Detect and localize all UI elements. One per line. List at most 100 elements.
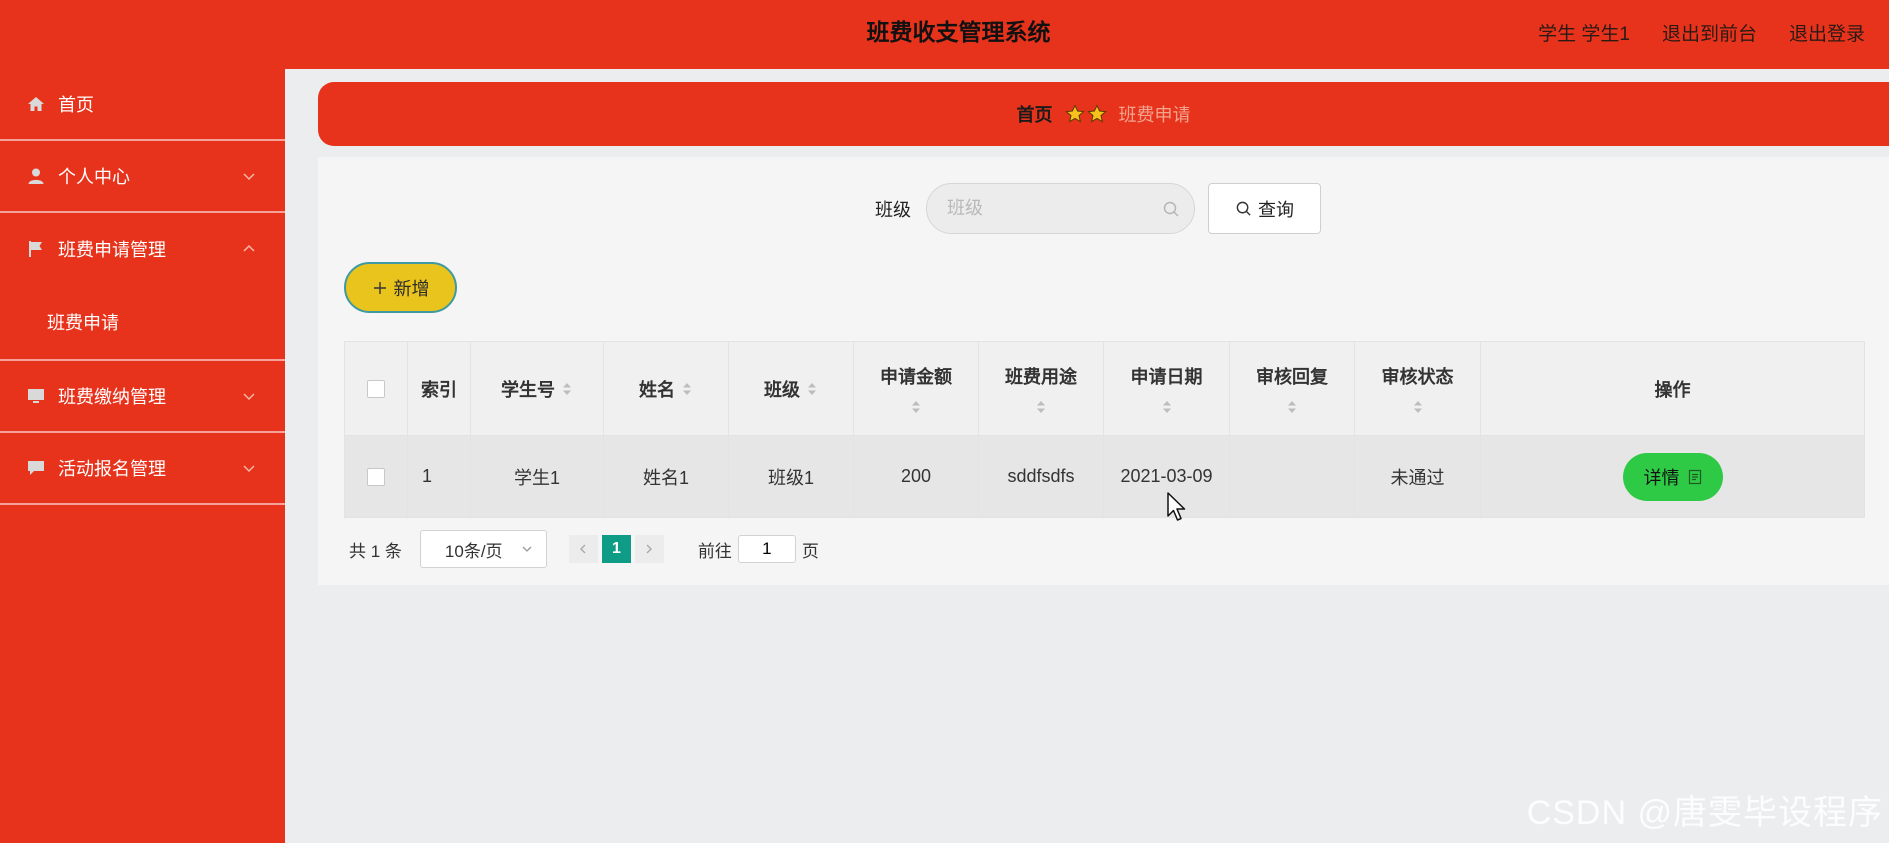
sidebar-item-activity-signup-mgmt[interactable]: 活动报名管理 [0,433,285,505]
prev-page-button[interactable] [568,535,598,563]
add-button-label: 新增 [393,278,430,299]
sidebar-item-fee-application-mgmt[interactable]: 班费申请管理 [0,213,285,285]
column-header-purpose[interactable]: 班费用途 [978,341,1104,436]
column-header-actions: 操作 [1480,341,1865,436]
star-icon [1086,104,1107,123]
sidebar-item-label: 首页 [58,95,94,115]
column-header-date[interactable]: 申请日期 [1103,341,1230,436]
breadcrumb: 首页 班费申请 [318,82,1889,146]
cell-purpose: sddfsdfs [978,435,1104,518]
watermark: CSDN @唐雯毕设程序 [1526,794,1883,832]
select-all-checkbox[interactable] [367,380,385,399]
row-select-cell [344,435,408,518]
user-icon [26,166,46,186]
column-header-label: 审核回复 [1256,366,1328,387]
column-header-name[interactable]: 姓名 [603,341,729,436]
plus-icon [373,281,386,294]
page-number-current[interactable]: 1 [601,535,631,563]
detail-button-label: 详情 [1643,467,1680,488]
search-label: 班级 [875,200,911,220]
search-icon [1236,201,1251,216]
column-header-label: 姓名 [639,379,675,400]
chevron-down-icon [243,173,255,181]
breadcrumb-separator [1064,104,1107,124]
cell-status: 未通过 [1354,435,1481,518]
column-header-status[interactable]: 审核状态 [1354,341,1481,436]
search-input[interactable] [947,184,1147,233]
column-header-student-no[interactable]: 学生号 [470,341,604,436]
cell-index: 1 [407,435,471,518]
column-header-label: 审核状态 [1381,366,1454,387]
header-select-all [344,341,408,436]
goto-suffix: 页 [801,541,819,561]
star-icon [1064,104,1085,123]
query-button-label: 查询 [1258,199,1294,220]
home-icon [26,94,46,114]
column-header-index: 索引 [407,341,471,436]
page-size-value: 10条/页 [444,541,503,561]
sidebar-item-label: 个人中心 [58,167,130,187]
chevron-down-icon [243,393,255,401]
next-page-button[interactable] [634,535,664,563]
chevron-down-icon [243,465,255,473]
column-header-label: 操作 [1654,379,1691,400]
goto-page-input[interactable] [737,535,796,563]
total-count: 共 1 条 [349,541,402,561]
breadcrumb-home[interactable]: 首页 [1017,101,1053,127]
top-right-menu: 学生 学生1 退出到前台 退出登录 [1538,0,1865,64]
cell-student-no: 学生1 [470,435,604,518]
goto-page: 前往 页 [698,535,819,563]
chevron-down-icon [522,546,532,552]
column-header-label: 索引 [421,379,457,400]
monitor-icon [26,386,46,406]
sidebar-item-fee-payment-mgmt[interactable]: 班费缴纳管理 [0,361,285,433]
sidebar-item-home[interactable]: 首页 [0,69,285,141]
sidebar-subitem-fee-application[interactable]: 班费申请 [0,285,285,361]
current-user: 学生 学生1 [1538,23,1630,45]
cell-reply [1229,435,1355,518]
column-header-label: 申请日期 [1130,366,1203,387]
sort-icon[interactable] [561,381,573,397]
exit-to-front-link[interactable]: 退出到前台 [1662,19,1757,46]
column-header-label: 学生号 [501,379,555,400]
sort-icon[interactable] [1412,399,1424,415]
search-box [926,183,1195,234]
sort-icon[interactable] [910,399,922,415]
mouse-cursor-icon [1167,492,1186,521]
sidebar-item-label: 班费缴纳管理 [58,387,166,407]
sort-icon[interactable] [1286,399,1298,415]
chevron-left-icon [580,544,586,554]
row-checkbox[interactable] [367,468,385,487]
column-header-amount[interactable]: 申请金额 [853,341,979,436]
query-button[interactable]: 查询 [1208,183,1321,234]
document-icon [1688,469,1701,484]
page-size-select[interactable]: 10条/页 [419,530,547,568]
sort-icon[interactable] [1035,399,1047,415]
sort-icon[interactable] [806,381,818,397]
column-header-label: 班级 [764,379,800,400]
sort-icon[interactable] [681,381,693,397]
cell-actions: 详情 [1480,435,1865,518]
sidebar-item-personal-center[interactable]: 个人中心 [0,141,285,213]
add-button[interactable]: 新增 [344,262,457,313]
column-header-label: 申请金额 [880,366,952,387]
sidebar-subitem-label: 班费申请 [47,313,119,333]
detail-button[interactable]: 详情 [1622,452,1723,501]
goto-prefix: 前往 [697,541,732,561]
breadcrumb-current: 班费申请 [1118,105,1191,125]
cell-name: 姓名1 [603,435,729,518]
sidebar: 首页 个人中心 班费申请管理 班费申请 班费缴纳管理 活动报名管理 [0,69,285,843]
column-header-class[interactable]: 班级 [728,341,854,436]
pagination: 共 1 条 10条/页 1 前往 页 [349,530,819,568]
sidebar-item-label: 活动报名管理 [58,459,166,479]
column-header-reply[interactable]: 审核回复 [1229,341,1355,436]
sort-icon[interactable] [1161,399,1173,415]
sidebar-item-label: 班费申请管理 [58,240,166,260]
cell-amount: 200 [853,435,979,518]
column-header-label: 班费用途 [1005,366,1077,387]
logout-link[interactable]: 退出登录 [1789,19,1865,46]
table-row: 1 学生1 姓名1 班级1 200 sddfsdfs 2021-03-09 未通… [344,435,1865,518]
chevron-up-icon [243,244,255,252]
flag-icon [26,239,46,259]
search-icon [1163,201,1179,217]
